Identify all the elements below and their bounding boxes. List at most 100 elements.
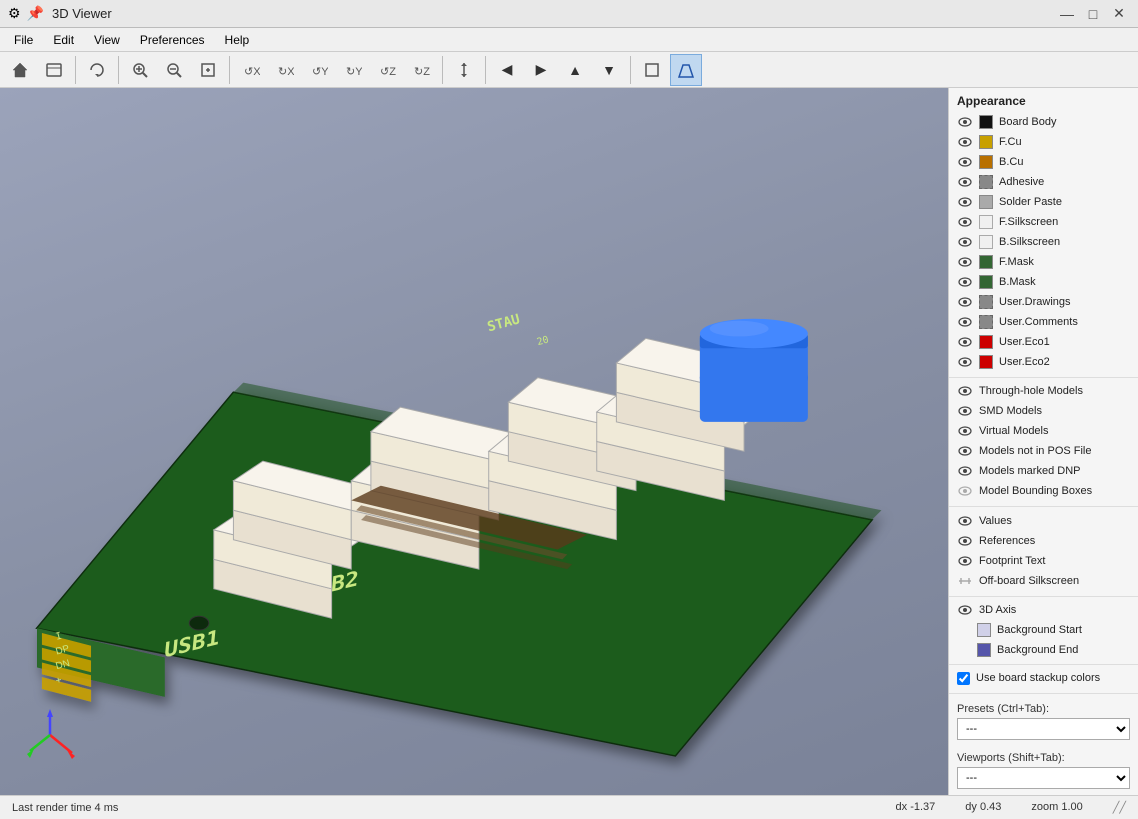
eye-models-not-in-pos-icon[interactable] bbox=[957, 443, 973, 459]
color-user-eco1[interactable] bbox=[979, 335, 993, 349]
layer-models-not-in-pos[interactable]: Models not in POS File bbox=[949, 441, 1138, 461]
rotate3d-button[interactable] bbox=[81, 54, 113, 86]
presets-select[interactable]: --- bbox=[957, 718, 1130, 740]
layer-background-end[interactable]: Background End bbox=[949, 640, 1138, 660]
color-fmask[interactable] bbox=[979, 255, 993, 269]
rotate-y-ccw-button[interactable]: ↻Y bbox=[337, 54, 369, 86]
eye-user-eco1-icon[interactable] bbox=[957, 334, 973, 350]
pan-right-button[interactable]: ▶ bbox=[525, 54, 557, 86]
eye-virtual-models-icon[interactable] bbox=[957, 423, 973, 439]
layer-virtual-models[interactable]: Virtual Models bbox=[949, 421, 1138, 441]
layer-model-bounding-boxes[interactable]: Model Bounding Boxes bbox=[949, 481, 1138, 501]
color-board-body[interactable] bbox=[979, 115, 993, 129]
menu-file[interactable]: File bbox=[4, 31, 43, 49]
eye-smd-models-icon[interactable] bbox=[957, 403, 973, 419]
color-bcu[interactable] bbox=[979, 155, 993, 169]
layer-3d-axis[interactable]: 3D Axis bbox=[949, 600, 1138, 620]
color-bmask[interactable] bbox=[979, 275, 993, 289]
layer-footprint-text[interactable]: Footprint Text bbox=[949, 551, 1138, 571]
eye-solder-paste-icon[interactable] bbox=[957, 194, 973, 210]
rotate-z-cw-button[interactable]: ↺Z bbox=[371, 54, 403, 86]
eye-3d-axis-icon[interactable] bbox=[957, 602, 973, 618]
menu-edit[interactable]: Edit bbox=[43, 31, 84, 49]
rotate-x-cw-button[interactable]: ↺X bbox=[235, 54, 267, 86]
viewports-select[interactable]: --- bbox=[957, 767, 1130, 789]
layer-smd-models[interactable]: SMD Models bbox=[949, 401, 1138, 421]
minimize-button[interactable]: — bbox=[1056, 3, 1078, 25]
zoom-out-button[interactable] bbox=[158, 54, 190, 86]
eye-bsilkscreen-icon[interactable] bbox=[957, 234, 973, 250]
layer-adhesive[interactable]: Adhesive bbox=[949, 172, 1138, 192]
menu-view[interactable]: View bbox=[84, 31, 130, 49]
zoom-fit-button[interactable] bbox=[192, 54, 224, 86]
label-user-drawings: User.Drawings bbox=[999, 296, 1071, 308]
rotate-z-ccw-button[interactable]: ↻Z bbox=[405, 54, 437, 86]
layer-bcu[interactable]: B.Cu bbox=[949, 152, 1138, 172]
eye-references-icon[interactable] bbox=[957, 533, 973, 549]
close-button[interactable]: ✕ bbox=[1108, 3, 1130, 25]
eye-fmask-icon[interactable] bbox=[957, 254, 973, 270]
layer-fmask[interactable]: F.Mask bbox=[949, 252, 1138, 272]
eye-user-eco2-icon[interactable] bbox=[957, 354, 973, 370]
eye-model-bounding-boxes-icon[interactable] bbox=[957, 483, 973, 499]
open-button[interactable] bbox=[38, 54, 70, 86]
rotate-x-ccw-button[interactable]: ↻X bbox=[269, 54, 301, 86]
eye-adhesive-icon[interactable] bbox=[957, 174, 973, 190]
eye-through-hole-models-icon[interactable] bbox=[957, 383, 973, 399]
use-board-stackup-item[interactable]: Use board stackup colors bbox=[949, 668, 1138, 689]
layer-offboard-silkscreen[interactable]: Off-board Silkscreen bbox=[949, 571, 1138, 591]
home-button[interactable] bbox=[4, 54, 36, 86]
layer-through-hole-models[interactable]: Through-hole Models bbox=[949, 381, 1138, 401]
layer-bmask[interactable]: B.Mask bbox=[949, 272, 1138, 292]
eye-values-icon[interactable] bbox=[957, 513, 973, 529]
pan-left-button[interactable]: ◀ bbox=[491, 54, 523, 86]
eye-user-drawings-icon[interactable] bbox=[957, 294, 973, 310]
menu-help[interactable]: Help bbox=[215, 31, 260, 49]
layer-fsilkscreen[interactable]: F.Silkscreen bbox=[949, 212, 1138, 232]
stackup-checkbox[interactable] bbox=[957, 672, 970, 685]
eye-footprint-text-icon[interactable] bbox=[957, 553, 973, 569]
layer-user-eco1[interactable]: User.Eco1 bbox=[949, 332, 1138, 352]
layer-user-comments[interactable]: User.Comments bbox=[949, 312, 1138, 332]
color-fsilkscreen[interactable] bbox=[979, 215, 993, 229]
zoom-in-button[interactable] bbox=[124, 54, 156, 86]
ortho-button[interactable] bbox=[636, 54, 668, 86]
layer-fcu[interactable]: F.Cu bbox=[949, 132, 1138, 152]
viewport-3d[interactable]: I DP DN + USB1 USB2 USB3 USB4 bbox=[0, 88, 948, 795]
eye-fcu-icon[interactable] bbox=[957, 134, 973, 150]
eye-board-body-icon[interactable] bbox=[957, 114, 973, 130]
viewport-canvas[interactable]: I DP DN + USB1 USB2 USB3 USB4 bbox=[0, 88, 948, 795]
eye-fsilkscreen-icon[interactable] bbox=[957, 214, 973, 230]
layer-values[interactable]: Values bbox=[949, 511, 1138, 531]
eye-bmask-icon[interactable] bbox=[957, 274, 973, 290]
color-solder-paste[interactable] bbox=[979, 195, 993, 209]
layer-user-drawings[interactable]: User.Drawings bbox=[949, 292, 1138, 312]
eye-user-comments-icon[interactable] bbox=[957, 314, 973, 330]
eye-offboard-silkscreen-icon[interactable] bbox=[957, 573, 973, 589]
color-background-start[interactable] bbox=[977, 623, 991, 637]
color-user-drawings[interactable] bbox=[979, 295, 993, 309]
color-bsilkscreen[interactable] bbox=[979, 235, 993, 249]
label-values: Values bbox=[979, 515, 1012, 527]
maximize-button[interactable]: □ bbox=[1082, 3, 1104, 25]
layer-bsilkscreen[interactable]: B.Silkscreen bbox=[949, 232, 1138, 252]
layer-solder-paste[interactable]: Solder Paste bbox=[949, 192, 1138, 212]
layer-user-eco2[interactable]: User.Eco2 bbox=[949, 352, 1138, 372]
perspective-button[interactable] bbox=[670, 54, 702, 86]
color-background-end[interactable] bbox=[977, 643, 991, 657]
eye-bcu-icon[interactable] bbox=[957, 154, 973, 170]
pan-down-button[interactable]: ▼ bbox=[593, 54, 625, 86]
layer-models-dnp[interactable]: Models marked DNP bbox=[949, 461, 1138, 481]
pan-up-button[interactable]: ▲ bbox=[559, 54, 591, 86]
flip-board-button[interactable] bbox=[448, 54, 480, 86]
layer-background-start[interactable]: Background Start bbox=[949, 620, 1138, 640]
layer-references[interactable]: References bbox=[949, 531, 1138, 551]
eye-models-dnp-icon[interactable] bbox=[957, 463, 973, 479]
menu-preferences[interactable]: Preferences bbox=[130, 31, 215, 49]
color-user-eco2[interactable] bbox=[979, 355, 993, 369]
layer-board-body[interactable]: Board Body bbox=[949, 112, 1138, 132]
rotate-y-cw-button[interactable]: ↺Y bbox=[303, 54, 335, 86]
color-user-comments[interactable] bbox=[979, 315, 993, 329]
color-fcu[interactable] bbox=[979, 135, 993, 149]
color-adhesive[interactable] bbox=[979, 175, 993, 189]
